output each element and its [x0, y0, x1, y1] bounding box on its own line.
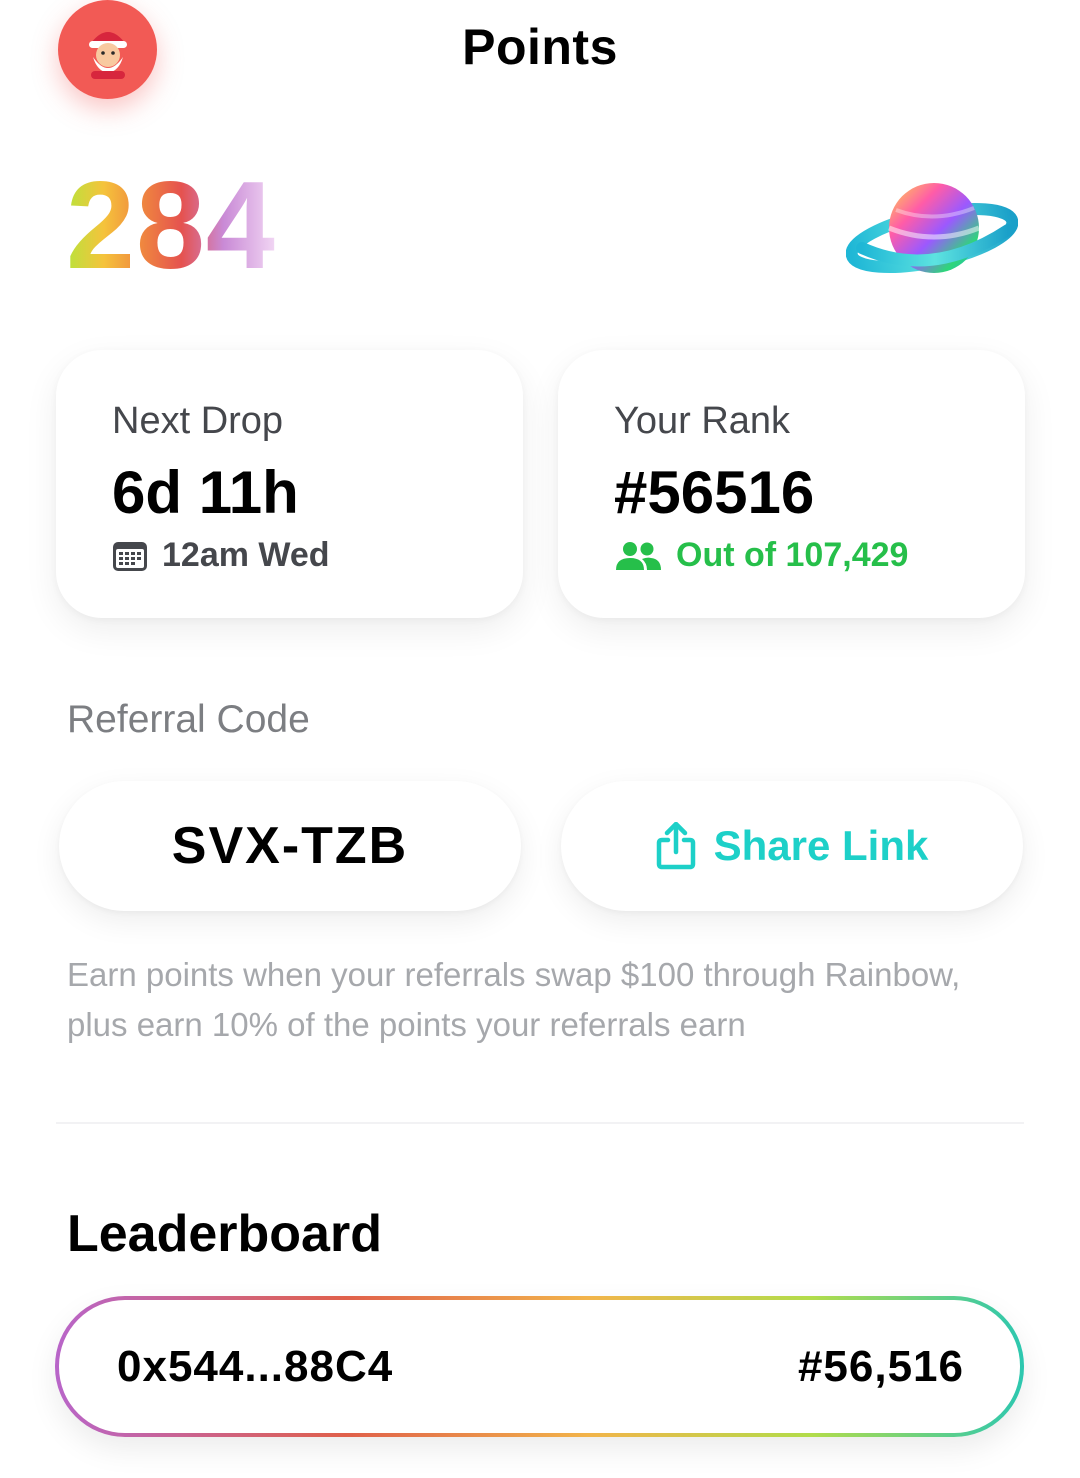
leaderboard-address: 0x544...88C4 [117, 1341, 394, 1391]
referral-code-button[interactable]: SVX-TZB [59, 781, 521, 911]
rank-value: #56516 [614, 459, 815, 526]
next-drop-time: 12am Wed [112, 536, 330, 575]
share-link-button[interactable]: Share Link [561, 781, 1023, 911]
points-screen: Points 284 Next Drop 6d 11h 12am Wed You… [0, 0, 1080, 1478]
next-drop-sub: 12am Wed [162, 536, 330, 574]
rank-label: Your Rank [614, 400, 791, 442]
referral-code-value: SVX-TZB [171, 817, 409, 875]
share-icon [656, 822, 695, 870]
rank-total: Out of 107,429 [614, 536, 908, 575]
leaderboard-entry-inner: 0x544...88C4 #56,516 [59, 1300, 1020, 1433]
leaderboard-rank: #56,516 [797, 1341, 964, 1391]
referral-info-text: Earn points when your referrals swap $10… [67, 956, 961, 1043]
users-icon [616, 541, 661, 570]
page-title: Points [462, 19, 618, 75]
rank-sub: Out of 107,429 [676, 536, 909, 574]
next-drop-label: Next Drop [112, 400, 284, 442]
planet-icon [846, 183, 1018, 274]
share-link-label: Share Link [713, 822, 929, 869]
referral-code-label: Referral Code [67, 698, 310, 741]
next-drop-card: Next Drop 6d 11h 12am Wed [56, 350, 523, 618]
points-total: 284 [66, 157, 276, 295]
leaderboard-my-entry[interactable]: 0x544...88C4 #56,516 [55, 1296, 1024, 1437]
rank-card: Your Rank #56516 Out of 107,429 [558, 350, 1025, 618]
calendar-icon [113, 541, 147, 571]
section-divider [56, 1122, 1024, 1124]
next-drop-value: 6d 11h [112, 459, 299, 526]
leaderboard-title: Leaderboard [67, 1205, 382, 1263]
